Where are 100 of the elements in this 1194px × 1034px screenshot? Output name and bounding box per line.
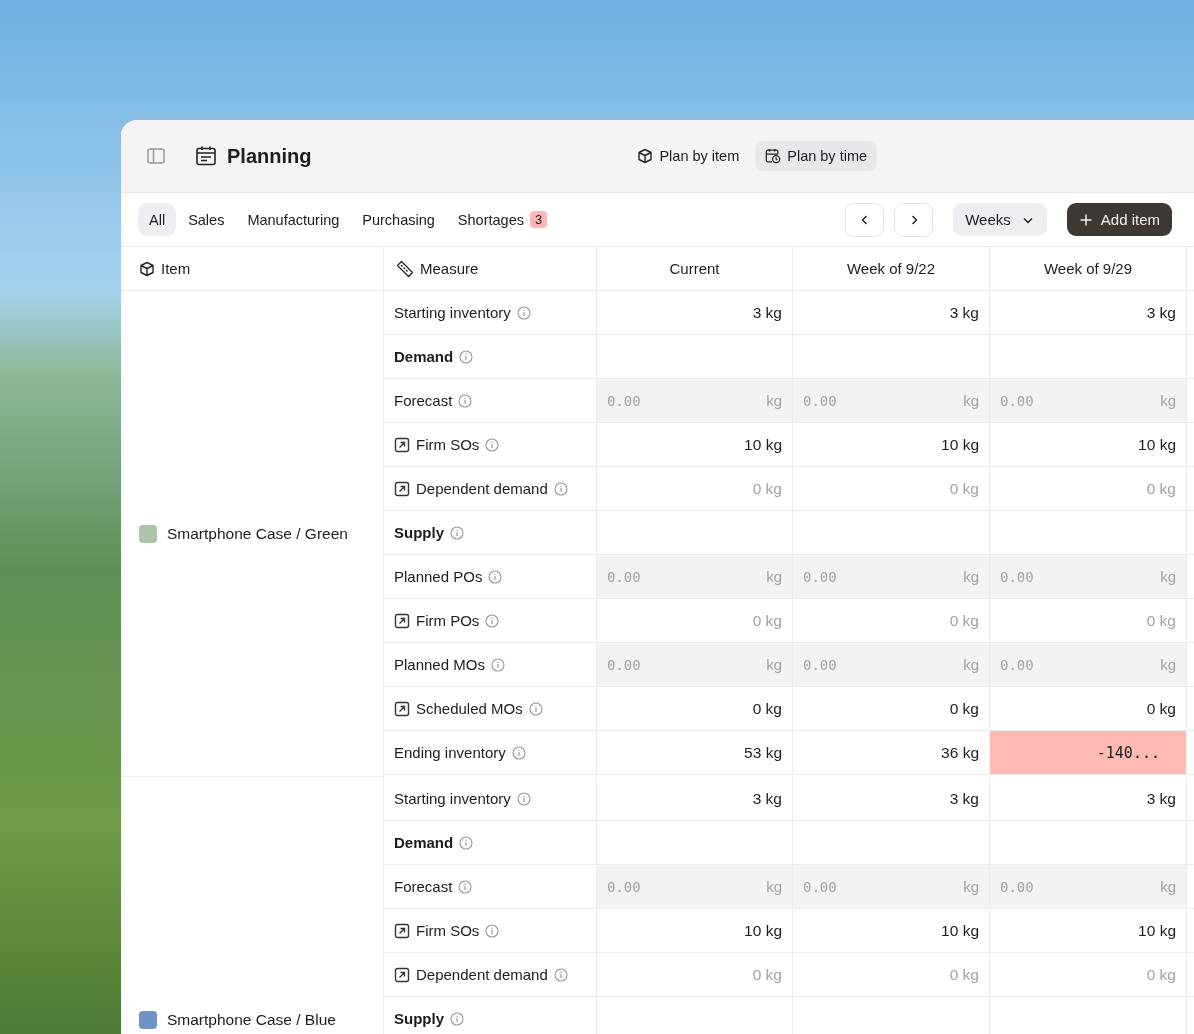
- info-icon[interactable]: [490, 657, 505, 672]
- filter-tab[interactable]: Manufacturing: [236, 203, 351, 236]
- table-cell: 3 kg: [793, 291, 990, 334]
- quantity-field[interactable]: 0.00: [607, 656, 697, 673]
- column-header-label: Week of 9/22: [846, 260, 936, 277]
- info-icon[interactable]: [485, 613, 500, 628]
- measure-label: Supply: [394, 1010, 444, 1027]
- info-icon[interactable]: [450, 1011, 464, 1026]
- quantity-field[interactable]: 0.00: [1000, 656, 1090, 673]
- info-icon[interactable]: [488, 569, 503, 584]
- info-icon[interactable]: [458, 879, 473, 894]
- external-link-icon[interactable]: [394, 612, 410, 629]
- table-cell: 3 kg: [990, 777, 1187, 820]
- quantity-field[interactable]: 0.00: [1000, 878, 1090, 895]
- measure-label: Demand: [394, 834, 454, 851]
- measure-label: Firm SOs: [416, 436, 480, 453]
- cube-icon: [139, 260, 155, 277]
- unit-label: kg: [766, 392, 782, 409]
- table-cell: 10 kg: [990, 909, 1187, 952]
- unit-label: kg: [766, 568, 782, 585]
- sidebar-toggle-icon[interactable]: [146, 146, 166, 166]
- external-link-icon[interactable]: [394, 966, 410, 983]
- ruler-icon: [396, 259, 414, 278]
- quantity-field[interactable]: 0.00: [1000, 568, 1090, 585]
- info-icon[interactable]: [511, 745, 526, 760]
- measure-label: Firm POs: [416, 612, 480, 629]
- table-cell: 3 kg: [793, 777, 990, 820]
- period-dropdown[interactable]: Weeks: [953, 203, 1047, 236]
- unit-label: kg: [766, 656, 782, 673]
- quantity-field[interactable]: 0.00: [607, 568, 697, 585]
- column-header-label: Measure: [420, 260, 479, 277]
- column-header-label: Item: [161, 260, 191, 277]
- measure-label: Starting inventory: [394, 790, 511, 807]
- table-cell: 53 kg: [597, 731, 793, 774]
- filter-tab[interactable]: Shortages 3: [446, 203, 559, 236]
- quantity-field[interactable]: 0.00: [607, 392, 697, 409]
- measure-label: Scheduled MOs: [416, 700, 523, 717]
- quantity-field[interactable]: 0.00: [1000, 392, 1090, 409]
- cube-icon: [637, 148, 654, 164]
- view-toggle[interactable]: Plan by item: [627, 141, 750, 171]
- table-cell: 0 kg: [597, 599, 793, 642]
- info-icon[interactable]: [459, 835, 474, 850]
- filter-tab[interactable]: Sales: [177, 203, 236, 236]
- table-cell: 10 kg: [793, 423, 990, 466]
- external-link-icon[interactable]: [394, 480, 410, 497]
- info-icon[interactable]: [485, 923, 500, 938]
- info-icon[interactable]: [553, 481, 568, 496]
- unit-label: kg: [963, 568, 979, 585]
- info-icon[interactable]: [450, 525, 464, 540]
- table-cell: 3 kg: [597, 291, 793, 334]
- measure-label: Firm SOs: [416, 922, 480, 939]
- quantity-field[interactable]: 0.00: [803, 568, 893, 585]
- calendar-icon: [195, 145, 217, 167]
- measure-label: Dependent demand: [416, 966, 548, 983]
- table-cell: 0 kg: [990, 953, 1187, 996]
- item-name: Smartphone Case / Blue: [167, 1010, 336, 1029]
- external-link-icon[interactable]: [394, 922, 410, 939]
- filter-tab[interactable]: All: [138, 203, 177, 236]
- table-cell: 10 kg: [793, 909, 990, 952]
- external-link-icon[interactable]: [394, 436, 410, 453]
- add-item-button[interactable]: Add item: [1066, 203, 1172, 236]
- quantity-field[interactable]: 0.00: [803, 878, 893, 895]
- info-icon[interactable]: [516, 305, 531, 320]
- info-icon[interactable]: [485, 437, 500, 452]
- calendar-clock-icon: [765, 148, 782, 164]
- table-cell: 0 kg: [990, 467, 1187, 510]
- measure-label: Starting inventory: [394, 304, 511, 321]
- measure-label: Dependent demand: [416, 480, 548, 497]
- table-cell: 0 kg: [990, 599, 1187, 642]
- table-cell: 0 kg: [597, 953, 793, 996]
- info-icon[interactable]: [516, 791, 531, 806]
- table-cell: 0 kg: [990, 687, 1187, 730]
- quantity-field[interactable]: 0.00: [803, 656, 893, 673]
- table-cell: 10 kg: [990, 423, 1187, 466]
- measure-label: Demand: [394, 348, 454, 365]
- table-cell: 0 kg: [793, 953, 990, 996]
- external-link-icon[interactable]: [394, 700, 410, 717]
- count-badge: 3: [529, 211, 548, 228]
- unit-label: kg: [1160, 568, 1176, 585]
- info-icon[interactable]: [528, 701, 543, 716]
- view-toggle[interactable]: Plan by time: [755, 141, 878, 171]
- filter-tab[interactable]: Purchasing: [351, 203, 446, 236]
- info-icon[interactable]: [553, 967, 568, 982]
- quantity-field[interactable]: 0.00: [607, 878, 697, 895]
- measure-label: Forecast: [394, 392, 453, 409]
- info-icon[interactable]: [459, 349, 474, 364]
- table-cell: 3 kg: [990, 291, 1187, 334]
- measure-label: Planned MOs: [394, 656, 485, 673]
- quantity-field[interactable]: 0.00: [803, 392, 893, 409]
- info-icon[interactable]: [458, 393, 473, 408]
- measure-label: Ending inventory: [394, 744, 506, 761]
- plus-icon: [1078, 212, 1093, 227]
- unit-label: kg: [963, 392, 979, 409]
- table-cell: 0 kg: [793, 599, 990, 642]
- table-cell: 0 kg: [597, 467, 793, 510]
- window-title: Planning: [227, 144, 312, 168]
- unit-label: kg: [963, 656, 979, 673]
- table-cell: 0 kg: [793, 467, 990, 510]
- shortage-cell: -140...: [990, 731, 1187, 774]
- measure-label: Forecast: [394, 878, 453, 895]
